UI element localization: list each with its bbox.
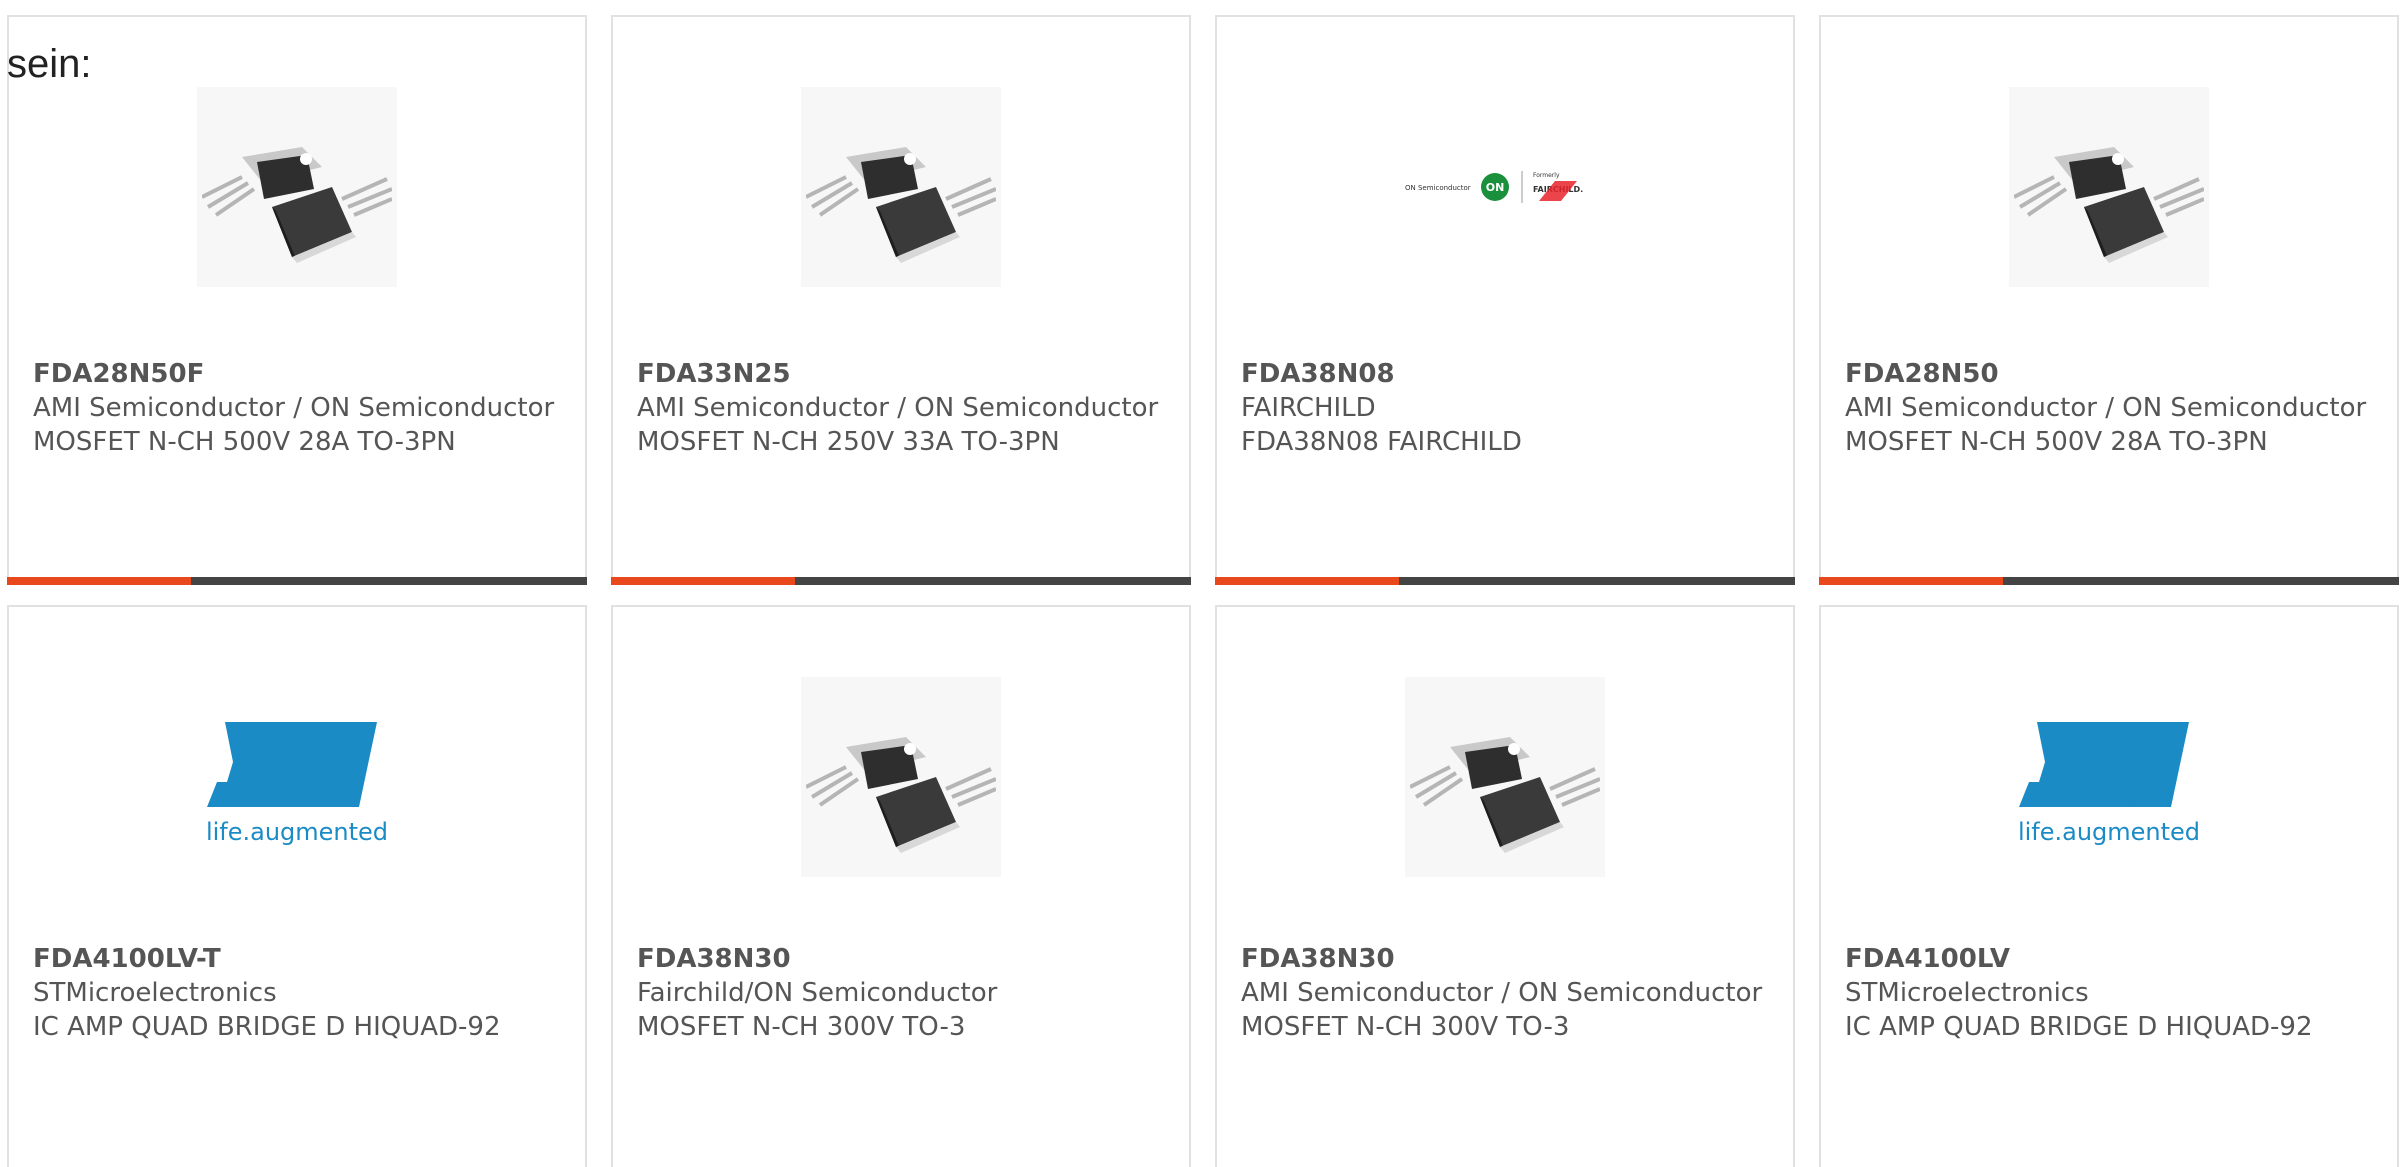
product-info: FDA33N25 AMI Semiconductor / ON Semicond… [637,357,1165,459]
product-description: MOSFET N-CH 250V 33A TO-3PN [637,427,1060,457]
manufacturer: AMI Semiconductor / ON Semiconductor [637,393,1159,423]
product-card[interactable]: life.augmented FDA4100LV-T STMicroelectr… [7,605,587,1167]
part-number[interactable]: FDA38N30 [1241,942,1769,976]
transistor-to3p-icon [801,87,1001,287]
st-tagline: life.augmented [2018,818,2200,846]
on-logo-text: ON [1486,181,1505,194]
part-number[interactable]: FDA4100LV [1845,942,2373,976]
manufacturer: STMicroelectronics [1845,978,2089,1008]
intro-text: sein: [7,42,92,86]
product-image: ON Semiconductor ON Formerly FAIRCHILD. [1217,87,1793,287]
manufacturer: AMI Semiconductor / ON Semiconductor [1241,978,1763,1008]
part-number[interactable]: FDA38N08 [1241,357,1769,391]
product-image: life.augmented [1821,677,2397,877]
card-accent-bar [611,577,1191,585]
st-logo: life.augmented [147,677,447,877]
product-description: MOSFET N-CH 300V TO-3 [1241,1012,1570,1042]
product-info: FDA38N30 Fairchild/ON Semiconductor MOSF… [637,942,1165,1044]
product-description: FDA38N08 FAIRCHILD [1241,427,1522,457]
product-card[interactable]: FDA38N30 AMI Semiconductor / ON Semicond… [1215,605,1795,1167]
formerly-text: Formerly [1533,172,1560,179]
card-accent-bar [1819,577,2399,585]
st-tagline: life.augmented [206,818,388,846]
manufacturer: STMicroelectronics [33,978,277,1008]
part-number[interactable]: FDA28N50 [1845,357,2373,391]
product-info: FDA38N30 AMI Semiconductor / ON Semicond… [1241,942,1769,1044]
on-semi-text: ON Semiconductor [1405,184,1471,192]
product-description: MOSFET N-CH 500V 28A TO-3PN [33,427,456,457]
product-info: FDA4100LV STMicroelectronics IC AMP QUAD… [1845,942,2373,1044]
product-image [613,677,1189,877]
manufacturer: AMI Semiconductor / ON Semiconductor [33,393,555,423]
card-accent-bar [1215,577,1795,585]
product-card[interactable]: life.augmented FDA4100LV STMicroelectron… [1819,605,2399,1167]
product-info: FDA28N50F AMI Semiconductor / ON Semicon… [33,357,561,459]
product-grid: FDA28N50F AMI Semiconductor / ON Semicon… [7,15,2400,585]
product-info: FDA4100LV-T STMicroelectronics IC AMP QU… [33,942,561,1044]
part-number[interactable]: FDA33N25 [637,357,1165,391]
manufacturer: FAIRCHILD [1241,393,1376,423]
product-image [613,87,1189,287]
transistor-to3p-icon [1405,677,1605,877]
manufacturer: AMI Semiconductor / ON Semiconductor [1845,393,2367,423]
product-image: life.augmented [9,677,585,877]
manufacturer: Fairchild/ON Semiconductor [637,978,998,1008]
product-card[interactable]: FDA33N25 AMI Semiconductor / ON Semicond… [611,15,1191,585]
product-image [9,87,585,287]
product-description: IC AMP QUAD BRIDGE D HIQUAD-92 [33,1012,501,1042]
product-image [1217,677,1793,877]
product-card[interactable]: FDA38N30 Fairchild/ON Semiconductor MOSF… [611,605,1191,1167]
card-accent-bar [7,577,587,585]
transistor-to3p-icon [197,87,397,287]
product-listing-page: sein: FDA28N50F AMI Semiconductor / ON S… [0,0,2400,1167]
st-logo: life.augmented [1959,677,2259,877]
product-grid-row-2: life.augmented FDA4100LV-T STMicroelectr… [7,605,2400,1167]
product-info: FDA28N50 AMI Semiconductor / ON Semicond… [1845,357,2373,459]
product-card[interactable]: FDA28N50F AMI Semiconductor / ON Semicon… [7,15,587,585]
transistor-to3p-icon [2009,87,2209,287]
product-info: FDA38N08 FAIRCHILD FDA38N08 FAIRCHILD [1241,357,1769,459]
part-number[interactable]: FDA4100LV-T [33,942,561,976]
product-image [1821,87,2397,287]
on-fairchild-logo: ON Semiconductor ON Formerly FAIRCHILD. [1355,87,1655,287]
part-number[interactable]: FDA38N30 [637,942,1165,976]
part-number[interactable]: FDA28N50F [33,357,561,391]
transistor-to3p-icon [801,677,1001,877]
product-description: MOSFET N-CH 300V TO-3 [637,1012,966,1042]
product-card[interactable]: ON Semiconductor ON Formerly FAIRCHILD. … [1215,15,1795,585]
product-card[interactable]: FDA28N50 AMI Semiconductor / ON Semicond… [1819,15,2399,585]
product-description: IC AMP QUAD BRIDGE D HIQUAD-92 [1845,1012,2313,1042]
product-description: MOSFET N-CH 500V 28A TO-3PN [1845,427,2268,457]
